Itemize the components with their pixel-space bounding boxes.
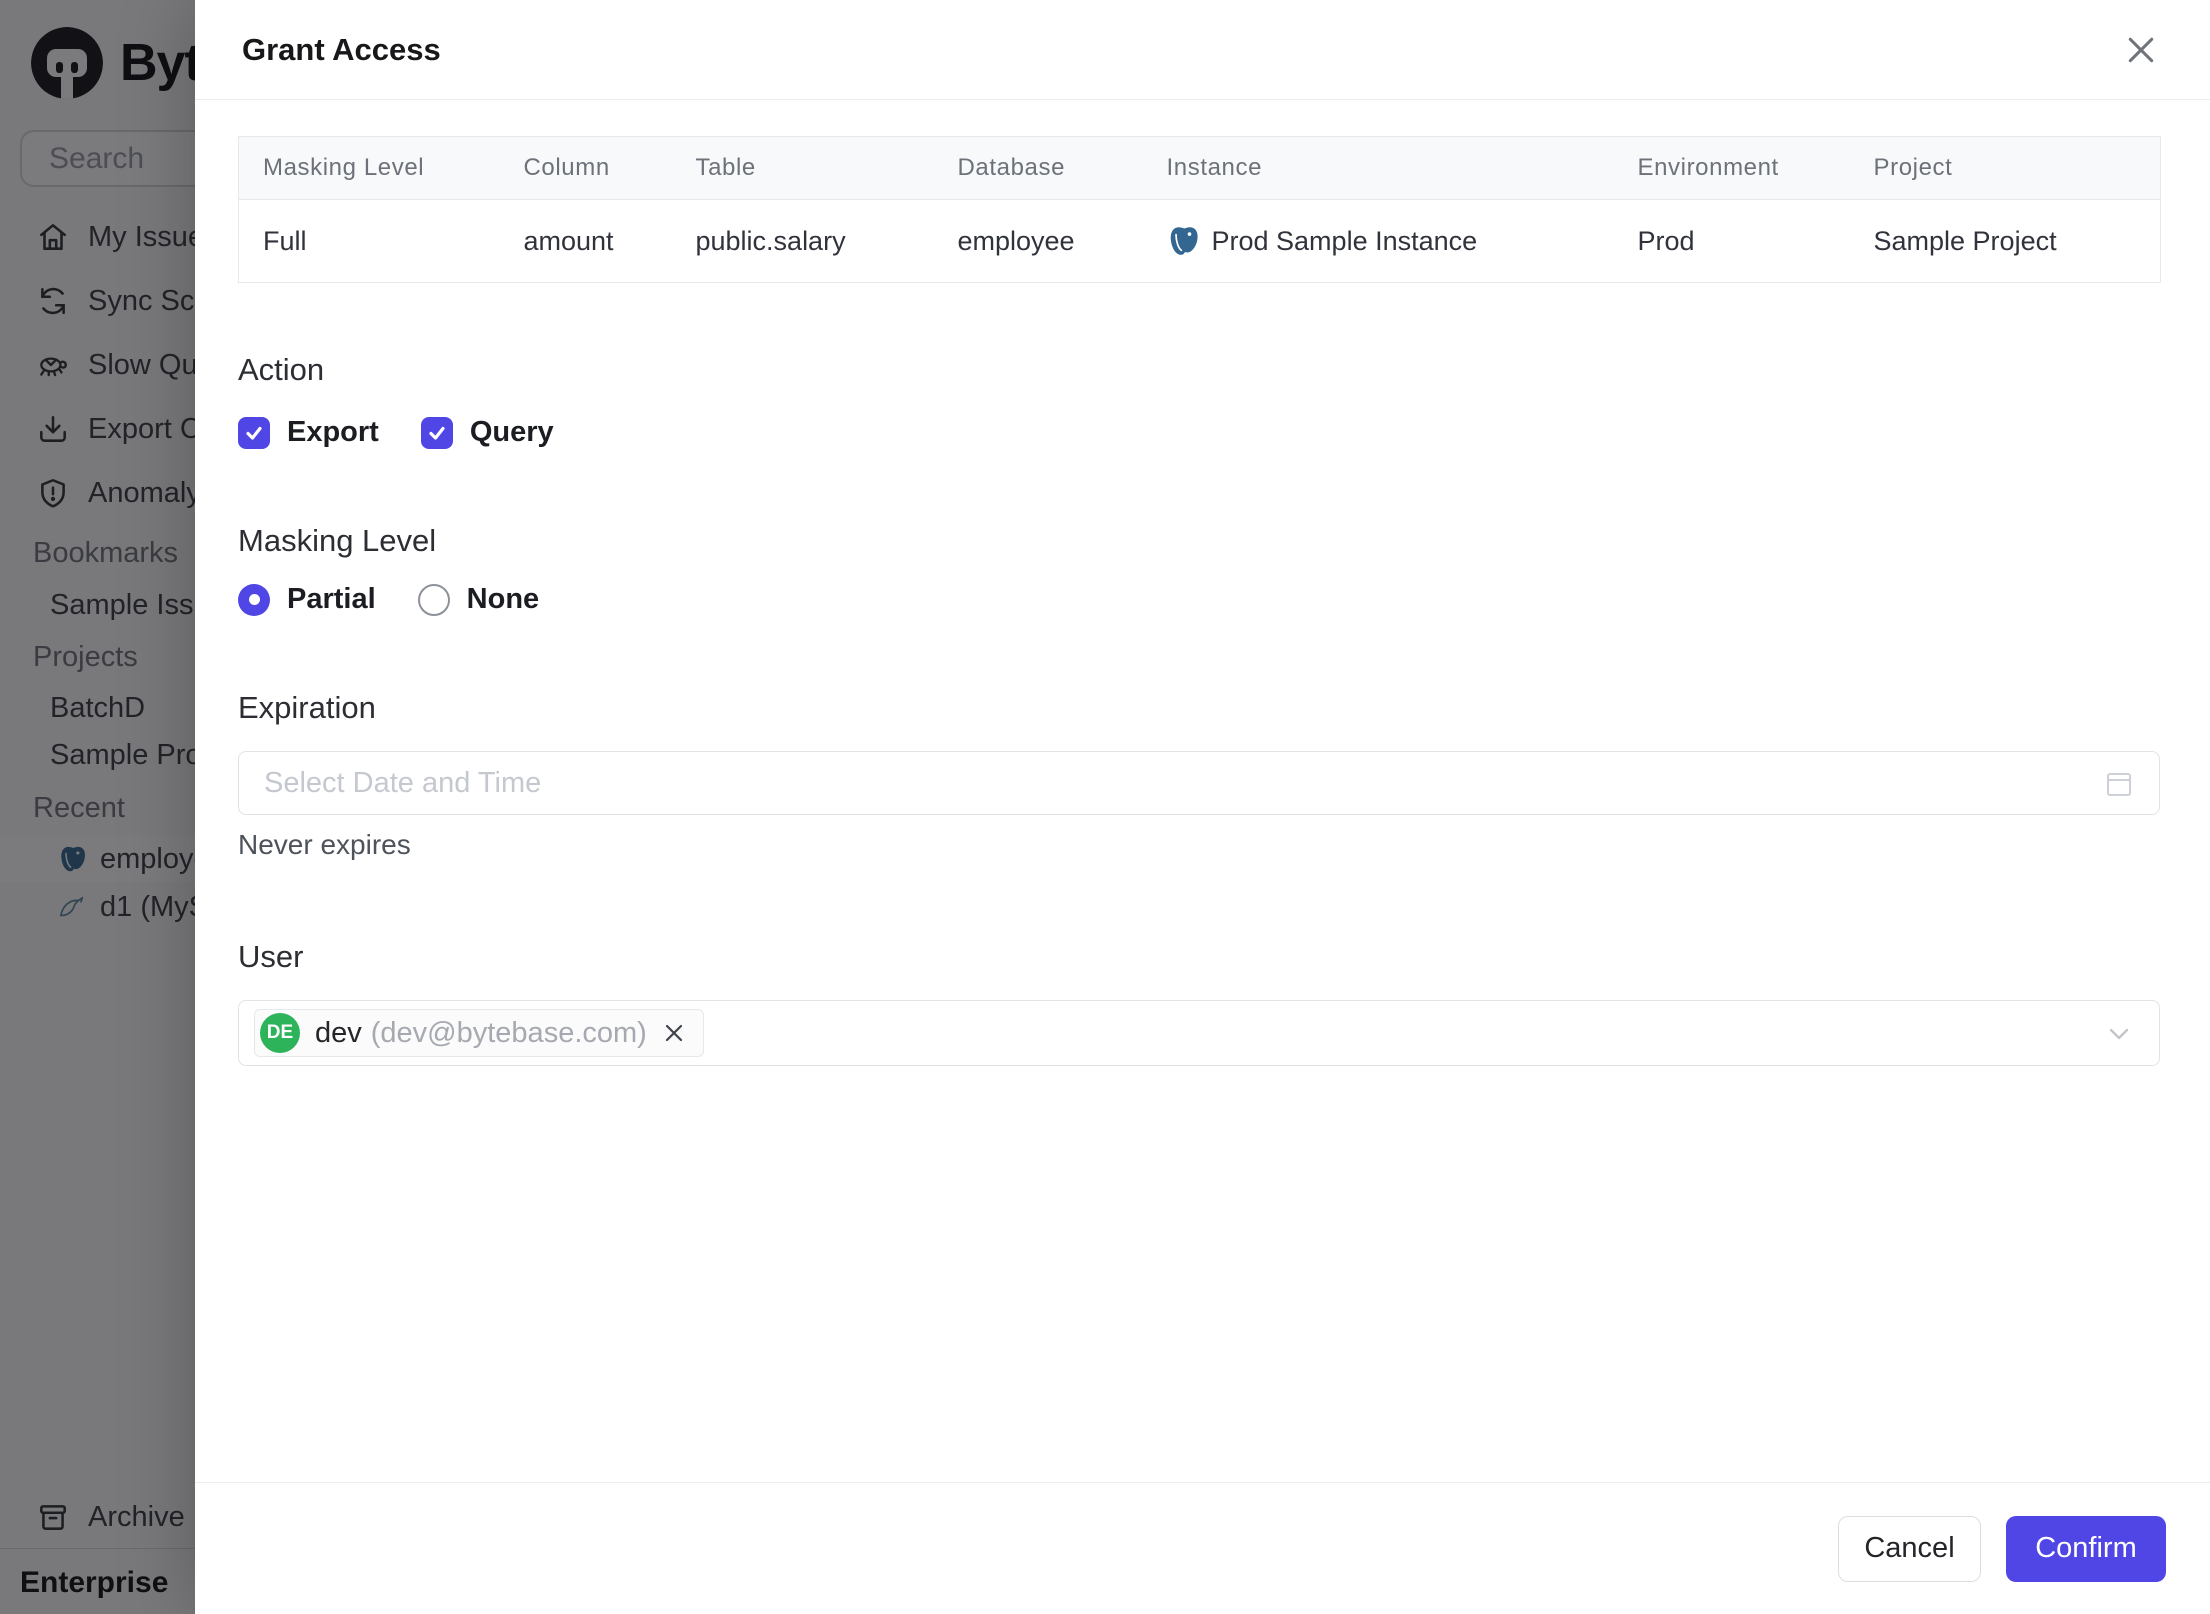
app-root: Bytebase Search My Issues Sync Schema [0,0,2210,1614]
col-header-table: Table [671,136,934,200]
user-email: (dev@bytebase.com) [370,1016,647,1049]
expiration-heading: Expiration [238,690,376,725]
cancel-button[interactable]: Cancel [1838,1515,1981,1582]
instance-name: Prod Sample Instance [1211,225,1478,256]
modal-title: Grant Access [242,31,441,67]
check-icon [429,426,445,440]
none-radio[interactable] [417,583,450,616]
col-header-database: Database [933,136,1143,200]
masking-access-table: Masking Level Column Table Database Inst… [238,136,2161,283]
col-header-project: Project [1849,136,2161,200]
export-checkbox[interactable] [238,416,270,449]
remove-user-icon[interactable] [661,1020,687,1046]
cell-instance: Prod Sample Instance [1143,200,1614,283]
cell-table: public.salary [695,225,846,256]
calendar-icon[interactable] [2103,768,2135,800]
close-icon[interactable] [2122,31,2160,69]
user-tag: DE dev (dev@bytebase.com) [254,1009,704,1057]
col-header-environment: Environment [1613,136,1850,200]
cell-column: amount [523,225,614,256]
query-label[interactable]: Query [470,416,554,449]
none-label[interactable]: None [467,583,540,616]
cell-environment: Prod [1637,225,1695,256]
action-options: Export Query [238,416,2160,449]
partial-label[interactable]: Partial [287,583,376,616]
avatar: DE [260,1013,300,1053]
chevron-down-icon[interactable] [2104,1019,2134,1049]
cell-project: Sample Project [1873,225,2057,256]
expiration-date-input[interactable]: Select Date and Time [238,751,2160,815]
col-header-column: Column [499,136,672,200]
table-row: Full amount public.salary employee Prod … [239,200,2161,283]
export-label[interactable]: Export [287,416,379,449]
col-header-instance: Instance [1142,136,1614,200]
masking-options: Partial None [238,583,2160,616]
query-checkbox[interactable] [420,416,453,449]
modal-header: Grant Access [195,0,2210,100]
modal-backdrop[interactable] [0,0,195,1614]
expiration-note: Never expires [238,829,411,860]
grant-access-modal: Grant Access Masking Level Column Table … [195,0,2210,1614]
date-input-placeholder: Select Date and Time [264,766,542,799]
confirm-button[interactable]: Confirm [2006,1515,2166,1582]
masking-level-heading: Masking Level [238,523,437,558]
col-header-masking-level: Masking Level [238,136,500,200]
user-name: dev [315,1016,362,1049]
check-icon [246,426,262,440]
postgres-icon [1170,227,1198,255]
partial-radio[interactable] [238,583,270,616]
cell-database: employee [957,225,1075,256]
modal-footer: Cancel Confirm [195,1482,2210,1614]
user-select[interactable]: DE dev (dev@bytebase.com) [238,1000,2160,1066]
cell-masking-level: Full [263,225,307,256]
modal-body: Masking Level Column Table Database Inst… [195,100,2210,1482]
user-heading: User [238,939,304,974]
table-header-row: Masking Level Column Table Database Inst… [238,136,2161,200]
action-heading: Action [238,352,325,387]
